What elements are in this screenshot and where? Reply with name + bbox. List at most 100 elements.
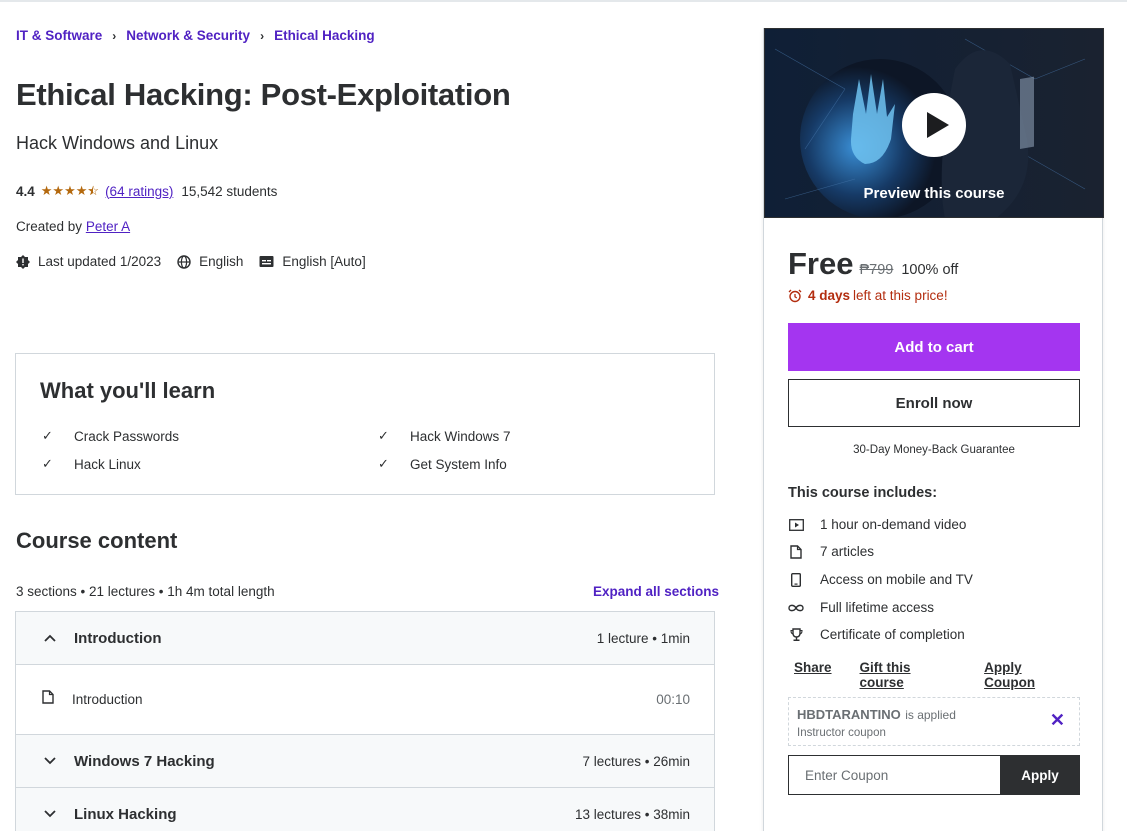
curriculum: Introduction 1 lecture • 1min Introducti…: [15, 611, 715, 831]
course-title: Ethical Hacking: Post-Exploitation: [16, 77, 511, 112]
current-price: Free: [788, 246, 854, 281]
section-title: Introduction: [74, 629, 162, 647]
check-icon: ✓: [42, 428, 53, 443]
section-meta: 13 lectures • 38min: [574, 806, 690, 822]
created-by-label: Created by: [16, 219, 83, 234]
video-icon: [788, 518, 804, 531]
share-button[interactable]: Share: [794, 660, 832, 690]
star-rating-icon: ★★★★☆★: [40, 183, 100, 198]
close-icon[interactable]: ✕: [1050, 710, 1065, 731]
lecture-item[interactable]: Introduction 00:10: [16, 665, 714, 735]
coupon-applied-text: is applied: [905, 708, 956, 722]
price-row: Free ₱799 100% off: [788, 246, 958, 282]
chevron-down-icon: [44, 807, 58, 821]
author-link[interactable]: Peter A: [86, 219, 130, 234]
coupon-input[interactable]: [788, 755, 1000, 795]
last-updated: Last updated 1/2023: [16, 254, 161, 269]
check-icon: ✓: [42, 456, 53, 471]
file-icon: [788, 544, 804, 559]
learn-item: ✓ Get System Info: [378, 456, 507, 472]
chevron-right-icon: ›: [112, 28, 117, 43]
discount-percent: 100% off: [901, 262, 959, 278]
trophy-icon: [788, 627, 804, 642]
purchase-sidebar: Preview this course Free ₱799 100% off 4…: [763, 28, 1104, 831]
lecture-duration: 00:10: [656, 692, 690, 707]
add-to-cart-button[interactable]: Add to cart: [788, 323, 1080, 371]
include-label: Access on mobile and TV: [820, 572, 973, 587]
course-meta: Last updated 1/2023 English English [Aut…: [16, 254, 382, 269]
apply-coupon-link[interactable]: Apply Coupon: [984, 660, 1074, 690]
breadcrumb: IT & Software › Network & Security › Eth…: [16, 28, 375, 43]
ratings-count-link[interactable]: (64 ratings): [105, 184, 173, 199]
include-item: Certificate of completion: [788, 627, 965, 642]
section-header-linux-hacking[interactable]: Linux Hacking 13 lectures • 38min: [16, 788, 714, 831]
include-item: 7 articles: [788, 544, 874, 559]
applied-coupon: HBDTARANTINO is applied Instructor coupo…: [788, 697, 1080, 746]
course-content-title: Course content: [16, 528, 178, 553]
play-icon[interactable]: [902, 93, 966, 157]
expand-all-sections-button[interactable]: Expand all sections: [593, 584, 719, 599]
closed-captions-icon: [259, 256, 274, 267]
coupon-kind: Instructor coupon: [797, 727, 886, 739]
original-price: ₱799: [859, 262, 894, 278]
enroll-now-button[interactable]: Enroll now: [788, 379, 1080, 427]
section-header-introduction[interactable]: Introduction 1 lecture • 1min: [16, 612, 714, 665]
alarm-clock-icon: [788, 289, 802, 302]
captions: English [Auto]: [259, 254, 366, 269]
learn-item-label: Crack Passwords: [74, 428, 180, 444]
money-back-guarantee: 30-Day Money-Back Guarantee: [853, 444, 1015, 456]
section-meta: 7 lectures • 26min: [582, 753, 690, 769]
learn-item-label: Hack Windows 7: [410, 428, 511, 444]
alert-badge-icon: [16, 254, 30, 269]
include-label: Certificate of completion: [820, 627, 965, 642]
check-icon: ✓: [378, 428, 389, 443]
section-meta: 1 lecture • 1min: [596, 630, 690, 646]
coupon-code: HBDTARANTINO: [797, 707, 901, 722]
includes-title: This course includes:: [788, 485, 938, 501]
breadcrumb-ethical-hacking[interactable]: Ethical Hacking: [274, 28, 375, 43]
section-title: Linux Hacking: [74, 805, 177, 823]
chevron-right-icon: ›: [260, 28, 265, 43]
learn-item-label: Hack Linux: [74, 456, 141, 472]
learn-item: ✓ Hack Windows 7: [378, 428, 511, 444]
chevron-up-icon: [44, 631, 58, 645]
what-youll-learn: What you'll learn ✓ Crack Passwords ✓ Ha…: [15, 353, 715, 495]
learn-item: ✓ Crack Passwords: [42, 428, 179, 444]
timer-days: 4 days: [808, 288, 851, 303]
language-text: English: [199, 254, 244, 269]
gift-course-button[interactable]: Gift this course: [860, 660, 957, 690]
learn-item-label: Get System Info: [410, 456, 507, 472]
learn-item: ✓ Hack Linux: [42, 456, 141, 472]
breadcrumb-network-security[interactable]: Network & Security: [126, 28, 250, 43]
top-divider: [0, 0, 1127, 2]
include-item: Access on mobile and TV: [788, 572, 973, 587]
last-updated-text: Last updated 1/2023: [38, 254, 162, 269]
preview-label: Preview this course: [863, 185, 1005, 202]
captions-text: English [Auto]: [282, 254, 366, 269]
include-label: Full lifetime access: [820, 600, 935, 615]
students-count: 15,542 students: [181, 183, 278, 199]
breadcrumb-it-software[interactable]: IT & Software: [16, 28, 102, 43]
globe-icon: [177, 254, 191, 269]
infinity-icon: [788, 604, 804, 612]
language: English: [177, 254, 243, 269]
include-item: Full lifetime access: [788, 600, 934, 615]
chevron-down-icon: [44, 754, 58, 768]
sidebar-links: Share Gift this course Apply Coupon: [794, 660, 1102, 690]
include-label: 1 hour on-demand video: [820, 517, 967, 532]
learn-title: What you'll learn: [40, 378, 216, 403]
check-icon: ✓: [378, 456, 389, 471]
timer-text: left at this price!: [853, 288, 948, 303]
created-by: Created by Peter A: [16, 219, 130, 234]
course-preview[interactable]: Preview this course: [764, 28, 1104, 218]
section-header-windows-7-hacking[interactable]: Windows 7 Hacking 7 lectures • 26min: [16, 735, 714, 788]
section-title: Windows 7 Hacking: [74, 752, 215, 770]
include-label: 7 articles: [820, 544, 875, 559]
price-timer: 4 days left at this price!: [788, 288, 948, 303]
lecture-title: Introduction: [72, 692, 143, 707]
apply-coupon-button[interactable]: Apply: [1000, 755, 1080, 795]
course-content-summary: 3 sections • 21 lectures • 1h 4m total l…: [16, 584, 275, 599]
rating-row: 4.4 ★★★★☆★ (64 ratings) 15,542 students: [16, 183, 277, 199]
include-item: 1 hour on-demand video: [788, 517, 966, 532]
rating-value: 4.4: [16, 183, 35, 199]
